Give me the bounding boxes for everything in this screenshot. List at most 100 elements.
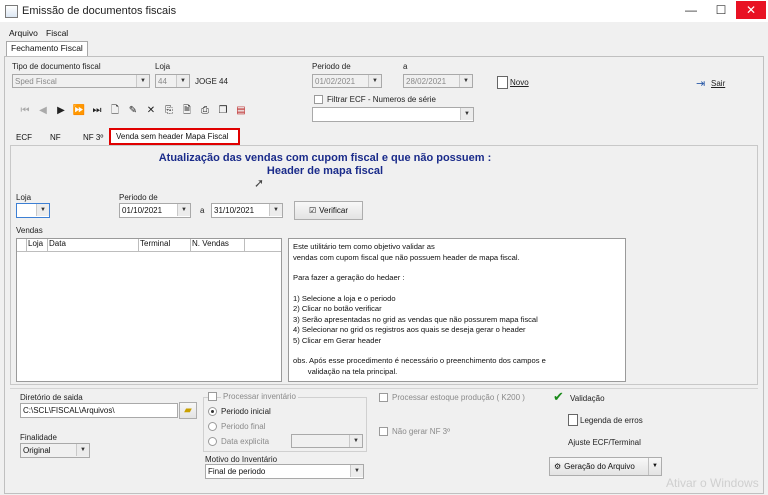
chevron-down-icon: ▼: [176, 75, 189, 87]
filtrar-ecf-select[interactable]: ▼: [312, 107, 474, 122]
app-icon: [5, 5, 18, 18]
ajuste-ecf-button[interactable]: Ajuste ECF/Terminal: [568, 438, 641, 447]
prev-record-icon[interactable]: ◀: [36, 104, 50, 118]
periodo-top-label: Periodo de: [312, 62, 351, 71]
preview-icon[interactable]: 🗎: [180, 104, 194, 118]
delete-icon[interactable]: ✕: [144, 104, 158, 118]
tab-venda-sem-header[interactable]: Venda sem header Mapa Fiscal: [116, 132, 229, 141]
last-record-icon[interactable]: ⏭: [90, 104, 104, 118]
data-explicita-label: Data explicita: [221, 437, 270, 446]
close-button[interactable]: ✕: [736, 1, 766, 19]
finalidade-label: Finalidade: [20, 433, 57, 442]
app-window: Emissão de documentos fiscais — ☐ ✕ Arqu…: [0, 0, 768, 495]
menu-arquivo[interactable]: Arquivo: [9, 28, 38, 38]
tab-nf[interactable]: NF: [50, 133, 61, 142]
chevron-down-icon: ▼: [459, 75, 472, 87]
vendas-grid[interactable]: Loja Data Terminal N. Vendas: [16, 238, 282, 382]
info-line: 2) Clicar no botão verificar: [293, 304, 382, 313]
motivo-label: Motivo do Inventário: [205, 455, 278, 464]
grid-header-n-vendas: N. Vendas: [191, 239, 245, 251]
processar-inventario-label: Processar inventário: [221, 392, 298, 401]
content-a-label: a: [200, 206, 205, 215]
info-line: 1) Selecione a loja e o periodo: [293, 293, 396, 303]
menu-fiscal[interactable]: Fiscal: [46, 28, 68, 38]
tipo-select[interactable]: Sped Fiscal ▼: [12, 74, 150, 88]
filtrar-ecf-checkbox[interactable]: [314, 95, 323, 104]
legenda-erros-button[interactable]: Legenda de erros: [580, 416, 643, 425]
open-folder-icon[interactable]: ▰: [179, 402, 197, 419]
content-periodo-label: Periodo de: [119, 193, 158, 202]
content-loja-select[interactable]: ▼: [16, 203, 50, 218]
loja-top-label: Loja: [155, 62, 171, 71]
document-icon: [568, 414, 578, 426]
print-icon[interactable]: ⎙: [198, 104, 212, 118]
info-line: [293, 263, 621, 273]
processar-estoque-checkbox[interactable]: [379, 393, 388, 402]
diretorio-input[interactable]: C:\SCL\FISCAL\Arquivos\: [20, 403, 178, 418]
content-periodo-a-field[interactable]: 31/10/2021 ▼: [211, 203, 283, 218]
periodo-final-radio[interactable]: [208, 422, 217, 431]
geracao-arquivo-button[interactable]: ⚙ Geração do Arquivo ▼: [549, 457, 662, 476]
periodo-final-label: Periodo final: [221, 422, 266, 431]
content-periodo-de-field[interactable]: 01/10/2021 ▼: [119, 203, 191, 218]
first-record-icon[interactable]: ⏮: [18, 104, 32, 118]
maximize-button[interactable]: ☐: [706, 1, 736, 19]
chevron-down-icon[interactable]: ▼: [648, 458, 661, 475]
minimize-button[interactable]: —: [676, 1, 706, 19]
grid-header-loja: Loja: [27, 239, 48, 251]
vendas-label: Vendas: [16, 226, 43, 235]
new-document-icon: [497, 76, 508, 89]
motivo-select[interactable]: Final de periodo ▼: [205, 464, 364, 479]
chevron-down-icon: ▼: [36, 204, 49, 216]
info-line: validação na tela principal.: [293, 366, 398, 376]
periodo-top-de-field[interactable]: 01/02/2021 ▼: [312, 74, 382, 88]
info-line: vendas com cupom fiscal que não possuem …: [293, 252, 520, 262]
info-line: [293, 346, 621, 356]
info-line: 3) Serão apresentadas no grid as vendas …: [293, 314, 538, 324]
verificar-button[interactable]: ☑ Verificar: [294, 201, 363, 220]
nao-gerar-nf3-checkbox[interactable]: [379, 427, 388, 436]
processar-estoque-label: Processar estoque produção ( K200 ): [392, 393, 525, 402]
info-line: obs. Após esse procedimento é necessário…: [293, 356, 546, 365]
periodo-inicial-radio[interactable]: [208, 407, 217, 416]
info-line: Este utilitário tem como objetivo valida…: [293, 242, 435, 251]
periodo-top-a-label: a: [403, 62, 408, 71]
chevron-down-icon: ▼: [269, 204, 282, 216]
loja-top-name: JOGE 44: [195, 77, 228, 86]
validacao-button[interactable]: Validação: [570, 394, 605, 403]
chevron-down-icon: ▼: [136, 75, 149, 87]
export-icon[interactable]: ⎘: [162, 104, 176, 118]
finalidade-select[interactable]: Original ▼: [20, 443, 90, 458]
periodo-inicial-label: Periodo inicial: [221, 407, 271, 416]
new-document-icon[interactable]: 🗋: [108, 104, 122, 118]
copy-icon[interactable]: ❐: [216, 104, 230, 118]
verificar-label: Verificar: [319, 206, 349, 215]
processar-inventario-checkbox[interactable]: [208, 392, 217, 401]
windows-activation-watermark: Ativar o Windows: [666, 476, 759, 490]
data-explicita-select[interactable]: ▼: [291, 434, 363, 448]
check-icon: ✔: [553, 389, 564, 404]
info-line: Para fazer a geração do hedaer :: [293, 273, 405, 282]
info-line: 5) Clicar em Gerar header: [293, 335, 382, 345]
sair-button[interactable]: Sair: [711, 79, 725, 88]
novo-button[interactable]: Novo: [510, 78, 529, 87]
grid-header-terminal: Terminal: [139, 239, 191, 251]
report-icon[interactable]: ▤: [234, 104, 248, 118]
filtrar-ecf-label: Filtrar ECF - Numeros de série: [327, 95, 436, 104]
tab-fechamento-fiscal[interactable]: Fechamento Fiscal: [6, 41, 88, 56]
periodo-top-a-field[interactable]: 28/02/2021 ▼: [403, 74, 473, 88]
next-record-icon[interactable]: ▶: [54, 104, 68, 118]
edit-document-icon[interactable]: ✎: [126, 104, 140, 118]
chevron-down-icon: ▼: [368, 75, 381, 87]
content-heading-1: Atualização das vendas com cupom fiscal …: [158, 152, 492, 164]
nao-gerar-nf3-label: Não gerar NF 3º: [392, 427, 451, 436]
fast-forward-icon[interactable]: ⏩: [72, 104, 86, 118]
check-list-icon: ☑: [308, 206, 317, 215]
chevron-down-icon: ▼: [177, 204, 190, 216]
tab-ecf[interactable]: ECF: [16, 133, 32, 142]
grid-header-select: [17, 239, 27, 251]
data-explicita-radio[interactable]: [208, 437, 217, 446]
tab-nf-3[interactable]: NF 3º: [83, 133, 103, 142]
mouse-cursor-icon: ➚: [254, 176, 265, 190]
loja-top-select[interactable]: 44 ▼: [155, 74, 190, 88]
